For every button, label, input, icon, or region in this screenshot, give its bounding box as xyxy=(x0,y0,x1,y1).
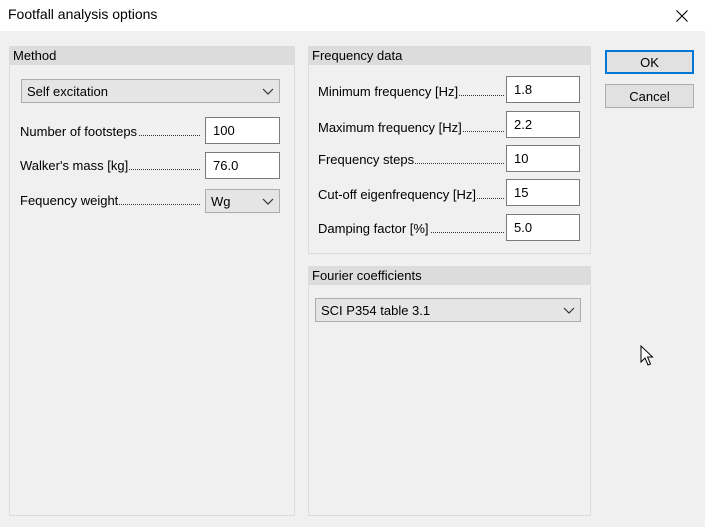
window-title: Footfall analysis options xyxy=(8,6,158,22)
frequency-weight-select[interactable]: Wg xyxy=(205,189,280,213)
method-group-title: Method xyxy=(13,48,57,63)
excitation-select-value: Self excitation xyxy=(27,84,108,99)
close-button[interactable] xyxy=(659,0,705,31)
cutoff-frequency-label: Cut-off eigenfrequency [Hz] xyxy=(318,187,504,202)
walker-mass-input[interactable]: 76.0 xyxy=(205,152,280,179)
fourier-group: Fourier coefficients SCI P354 table 3.1 xyxy=(308,266,591,516)
excitation-select[interactable]: Self excitation xyxy=(21,79,280,103)
damping-factor-input[interactable]: 5.0 xyxy=(506,214,580,241)
footsteps-label: Number of footsteps xyxy=(20,124,200,139)
chevron-down-icon xyxy=(262,198,274,205)
min-frequency-label: Minimum frequency [Hz] xyxy=(318,84,504,99)
mouse-cursor-icon xyxy=(640,345,654,366)
frequency-weight-label: Fequency weight xyxy=(20,193,200,208)
min-frequency-input[interactable]: 1.8 xyxy=(506,76,580,103)
close-icon xyxy=(676,9,688,22)
max-frequency-label: Maximum frequency [Hz] xyxy=(318,120,504,135)
fourier-select[interactable]: SCI P354 table 3.1 xyxy=(315,298,581,322)
frequency-steps-input[interactable]: 10 xyxy=(506,145,580,172)
damping-factor-label: Damping factor [%] xyxy=(318,221,504,236)
fourier-group-title: Fourier coefficients xyxy=(312,268,422,283)
chevron-down-icon xyxy=(262,88,274,95)
max-frequency-input[interactable]: 2.2 xyxy=(506,111,580,138)
footsteps-input[interactable]: 100 xyxy=(205,117,280,144)
chevron-down-icon xyxy=(563,307,575,314)
title-bar: Footfall analysis options xyxy=(0,0,705,31)
walker-mass-label: Walker's mass [kg] xyxy=(20,158,200,173)
frequency-group-title: Frequency data xyxy=(312,48,403,63)
cutoff-frequency-input[interactable]: 15 xyxy=(506,179,580,206)
fourier-group-header: Fourier coefficients xyxy=(309,267,590,285)
frequency-group: Frequency data Minimum frequency [Hz] 1.… xyxy=(308,46,591,254)
fourier-select-value: SCI P354 table 3.1 xyxy=(321,303,431,318)
method-group-header: Method xyxy=(10,47,294,65)
ok-button[interactable]: OK xyxy=(605,50,694,74)
cancel-button[interactable]: Cancel xyxy=(605,84,694,108)
frequency-weight-value: Wg xyxy=(211,194,231,209)
method-group: Method Self excitation Number of footste… xyxy=(9,46,295,516)
frequency-steps-label: Frequency steps xyxy=(318,152,504,167)
frequency-group-header: Frequency data xyxy=(309,47,590,65)
